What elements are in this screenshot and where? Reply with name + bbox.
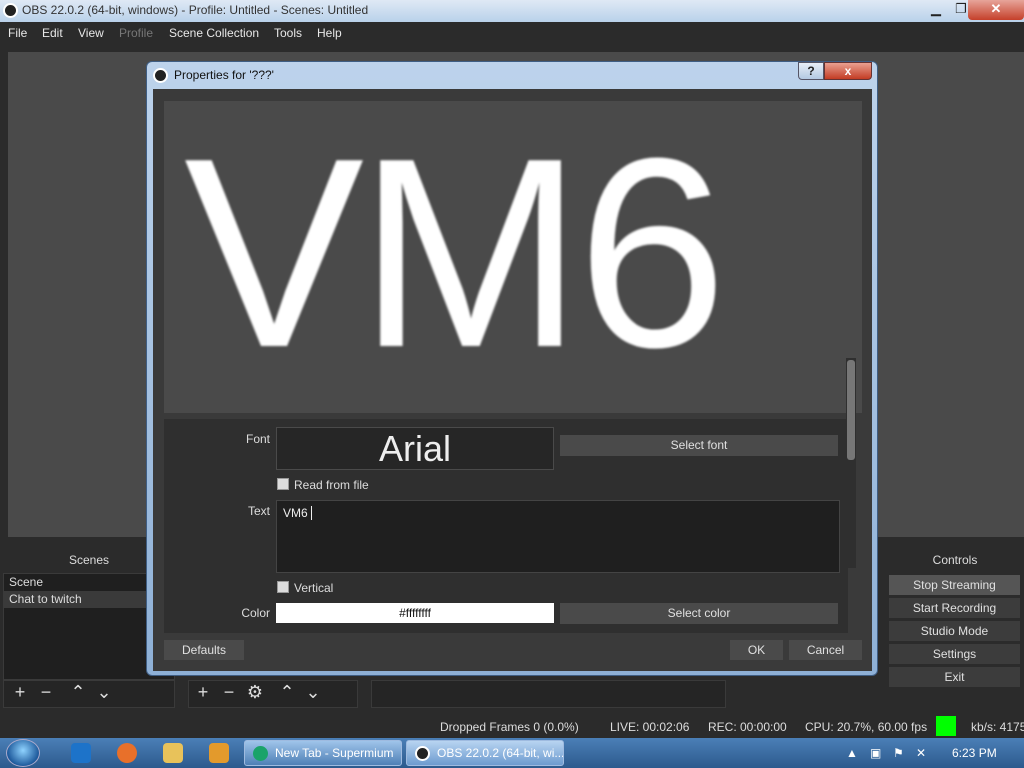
read-from-file-checkbox[interactable] <box>277 478 289 490</box>
vertical-label: Vertical <box>294 581 334 595</box>
close-button[interactable]: ✕ <box>968 0 1024 20</box>
window-title: OBS 22.0.2 (64-bit, windows) - Profile: … <box>22 3 369 17</box>
defaults-button[interactable]: Defaults <box>164 640 244 660</box>
font-display: Arial <box>276 427 554 470</box>
rec-timer: REC: 00:00:00 <box>708 720 787 734</box>
ok-button[interactable]: OK <box>730 640 783 660</box>
menu-help[interactable]: Help <box>317 26 342 40</box>
media-player-icon[interactable] <box>209 743 229 763</box>
menu-profile[interactable]: Profile <box>119 26 153 40</box>
task-obs[interactable]: OBS 22.0.2 (64-bit, wi... <box>406 740 564 766</box>
studio-mode-button[interactable]: Studio Mode <box>889 621 1020 641</box>
move-down-button[interactable]: ⌄ <box>301 681 325 705</box>
live-timer: LIVE: 00:02:06 <box>610 720 690 734</box>
select-font-button[interactable]: Select font <box>560 435 838 456</box>
text-label: Text <box>247 504 270 518</box>
add-scene-button[interactable]: + <box>8 681 32 705</box>
tray-expand-icon[interactable]: ▲ <box>846 746 858 760</box>
gear-icon[interactable]: ⚙ <box>243 681 267 705</box>
properties-panel: Font Arial Select font Read from file Te… <box>164 419 848 633</box>
menu-scene-collection[interactable]: Scene Collection <box>169 26 259 40</box>
font-label: Font <box>245 432 270 446</box>
scrollbar-thumb[interactable] <box>847 360 855 460</box>
properties-dialog: Properties for '???' ? x VM6 Font Arial … <box>146 61 878 676</box>
stream-health-indicator <box>936 716 956 736</box>
select-color-button[interactable]: Select color <box>560 603 838 624</box>
obs-logo-icon <box>415 746 430 761</box>
exit-button[interactable]: Exit <box>889 667 1020 687</box>
dropped-frames: Dropped Frames 0 (0.0%) <box>440 720 579 734</box>
obs-logo-icon <box>153 68 168 83</box>
sources-toolbar: + − ⚙ ⌃ ⌄ <box>188 680 358 708</box>
controls-header: Controls <box>886 548 1024 572</box>
status-bar: Dropped Frames 0 (0.0%) LIVE: 00:02:06 R… <box>0 712 1024 738</box>
move-up-button[interactable]: ⌃ <box>275 681 299 705</box>
start-recording-button[interactable]: Start Recording <box>889 598 1020 618</box>
read-from-file-label: Read from file <box>294 478 369 492</box>
properties-scrollbar[interactable] <box>846 358 856 568</box>
move-up-button[interactable]: ⌃ <box>66 681 90 705</box>
remove-source-button[interactable]: − <box>217 681 241 705</box>
task-supermium[interactable]: New Tab - Supermium <box>244 740 402 766</box>
mixer-panel <box>371 680 726 708</box>
text-preview: VM6 <box>164 101 862 413</box>
cancel-button[interactable]: Cancel <box>789 640 862 660</box>
bitrate: kb/s: 4175 <box>971 720 1024 734</box>
ie-icon[interactable] <box>71 743 91 763</box>
menu-file[interactable]: File <box>8 26 27 40</box>
supermium-icon <box>253 746 268 761</box>
move-down-button[interactable]: ⌄ <box>92 681 116 705</box>
network-icon[interactable]: ▣ <box>870 746 881 760</box>
settings-button[interactable]: Settings <box>889 644 1020 664</box>
text-input[interactable]: VM6 <box>276 500 840 573</box>
menu-bar: File Edit View Profile Scene Collection … <box>0 22 1024 44</box>
taskbar: New Tab - Supermium OBS 22.0.2 (64-bit, … <box>0 738 1024 768</box>
title-bar: OBS 22.0.2 (64-bit, windows) - Profile: … <box>0 0 1024 22</box>
menu-tools[interactable]: Tools <box>274 26 302 40</box>
stop-streaming-button[interactable]: Stop Streaming <box>889 575 1020 595</box>
menu-view[interactable]: View <box>78 26 104 40</box>
dialog-close-button[interactable]: x <box>824 62 872 80</box>
dialog-body: VM6 Font Arial Select font Read from fil… <box>153 89 872 671</box>
task-label: OBS 22.0.2 (64-bit, wi... <box>437 746 564 760</box>
dialog-title: Properties for '???' <box>174 68 274 82</box>
text-input-value: VM6 <box>283 506 308 520</box>
cpu-usage: CPU: 20.7%, 60.00 fps <box>805 720 928 734</box>
scenes-toolbar: + − ⌃ ⌄ <box>3 680 175 708</box>
clock[interactable]: 6:23 PM <box>952 746 997 760</box>
start-button[interactable] <box>6 739 40 767</box>
menu-edit[interactable]: Edit <box>42 26 63 40</box>
help-button[interactable]: ? <box>798 62 824 80</box>
obs-logo-icon <box>3 3 18 18</box>
volume-muted-icon[interactable]: ✕ <box>916 746 926 760</box>
add-source-button[interactable]: + <box>191 681 215 705</box>
color-value: #ffffffff <box>276 603 554 623</box>
task-label: New Tab - Supermium <box>275 746 394 760</box>
preview-text: VM6 <box>184 103 727 404</box>
flag-icon[interactable]: ⚑ <box>893 746 904 760</box>
folder-icon[interactable] <box>163 743 183 763</box>
remove-scene-button[interactable]: − <box>34 681 58 705</box>
vertical-checkbox[interactable] <box>277 581 289 593</box>
color-label: Color <box>241 606 270 620</box>
obs-window: OBS 22.0.2 (64-bit, windows) - Profile: … <box>0 0 1024 768</box>
firefox-icon[interactable] <box>117 743 137 763</box>
